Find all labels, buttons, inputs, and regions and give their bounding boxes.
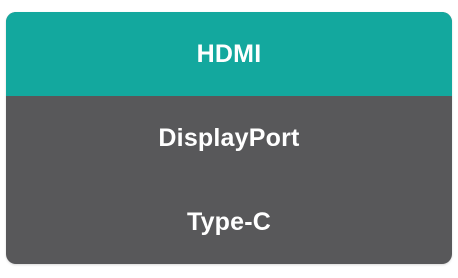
menu-item-label: DisplayPort: [158, 123, 300, 152]
input-source-menu: HDMI DisplayPort Type-C: [6, 12, 452, 264]
menu-item-hdmi[interactable]: HDMI: [6, 12, 452, 96]
menu-item-displayport[interactable]: DisplayPort: [6, 96, 452, 180]
menu-item-label: Type-C: [186, 207, 272, 236]
menu-item-label: HDMI: [196, 39, 262, 68]
menu-item-type-c[interactable]: Type-C: [6, 180, 452, 264]
